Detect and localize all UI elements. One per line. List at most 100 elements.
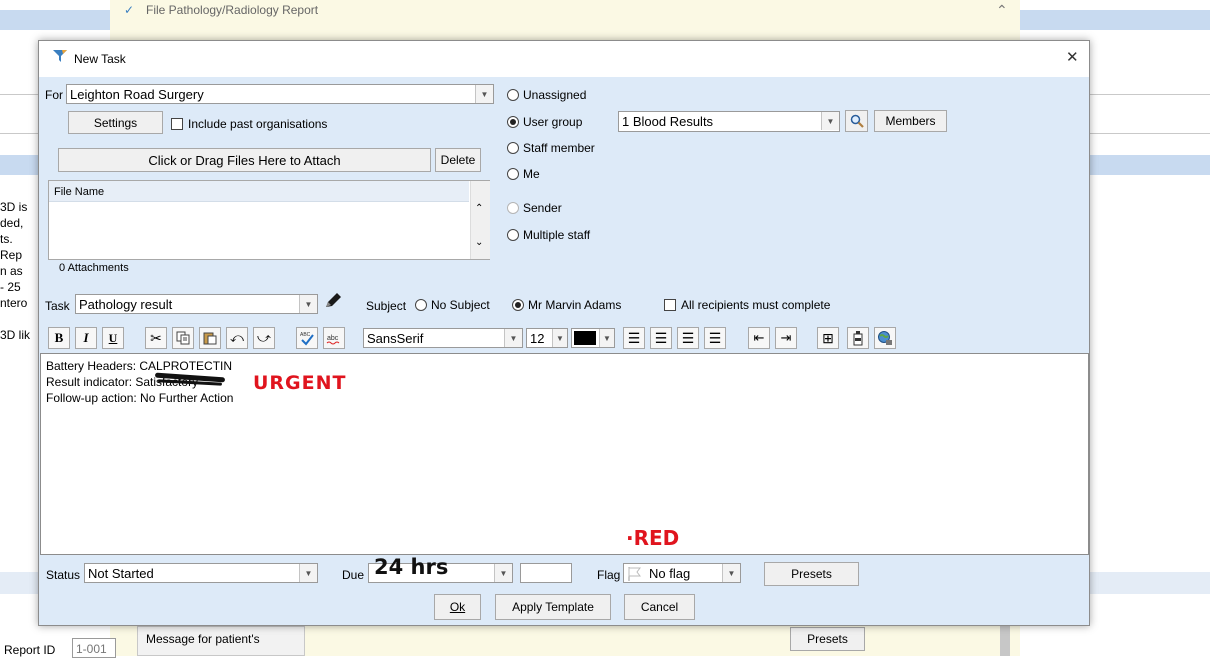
- background-window-title: File Pathology/Radiology Report: [146, 3, 319, 17]
- chevron-down-icon: ▼: [552, 329, 567, 347]
- align-right-icon: ☰: [681, 329, 695, 346]
- report-id-field[interactable]: 1-001: [72, 638, 116, 658]
- settings-button[interactable]: Settings: [68, 111, 163, 134]
- members-button[interactable]: Members: [874, 110, 947, 132]
- undo-icon: ⤺: [230, 330, 244, 345]
- align-center-icon: ☰: [654, 329, 668, 346]
- side-text-line: ded,: [0, 216, 24, 230]
- radio-multiple-staff[interactable]: Multiple staff: [507, 228, 590, 242]
- subject-label: Subject: [366, 299, 407, 313]
- due-time-field[interactable]: [520, 563, 572, 583]
- copy-button[interactable]: [172, 327, 194, 349]
- dialog-title: New Task: [74, 52, 126, 66]
- delete-attachment-button[interactable]: Delete: [435, 148, 481, 172]
- radio-unassigned[interactable]: Unassigned: [507, 88, 586, 102]
- status-label: Status: [46, 568, 81, 582]
- radio-disabled-icon: [507, 202, 519, 214]
- align-left-button[interactable]: ☰: [623, 327, 645, 349]
- presets-button[interactable]: Presets: [764, 562, 859, 586]
- edit-task-pencil-icon[interactable]: [323, 292, 343, 313]
- chevron-down-icon: ▼: [299, 295, 317, 313]
- justify-icon: ☰: [708, 329, 722, 346]
- editor-line: Battery Headers: CALPROTECTIN: [46, 359, 233, 373]
- background-collapse-icon[interactable]: ⌃: [996, 2, 1008, 19]
- insert-object-button[interactable]: [847, 327, 869, 349]
- chevron-down-icon: ▼: [722, 564, 740, 582]
- decrease-indent-button[interactable]: ⇤: [748, 327, 770, 349]
- side-text-line: n as: [0, 264, 23, 278]
- redo-button[interactable]: ⤻: [253, 327, 275, 349]
- task-label: Task: [45, 299, 70, 313]
- italic-button[interactable]: I: [75, 327, 97, 349]
- insert-link-button[interactable]: [874, 327, 896, 349]
- status-select[interactable]: Not Started ▼: [84, 563, 318, 583]
- attachments-count: 0 Attachments: [59, 262, 129, 274]
- message-for-patient-label: Message for patient's: [146, 632, 260, 646]
- align-center-button[interactable]: ☰: [650, 327, 672, 349]
- background-scrollbar[interactable]: [1000, 626, 1010, 656]
- undo-button[interactable]: ⤺: [226, 327, 248, 349]
- radio-user-group[interactable]: User group: [507, 115, 582, 129]
- background-presets-button[interactable]: Presets: [790, 627, 865, 651]
- attach-files-dropzone[interactable]: Click or Drag Files Here to Attach: [58, 148, 431, 172]
- svg-text:abc: abc: [327, 335, 339, 342]
- radio-subject-patient[interactable]: Mr Marvin Adams: [512, 298, 621, 312]
- for-organisation-select[interactable]: Leighton Road Surgery ▼: [66, 84, 494, 104]
- text-color-select[interactable]: ▼: [571, 328, 615, 348]
- background-row-divider: [0, 94, 38, 95]
- file-name-column-header[interactable]: File Name: [54, 186, 104, 198]
- editor-line: Follow-up action: No Further Action: [46, 391, 234, 405]
- attachments-scrollbar[interactable]: ⌃ ⌄: [470, 181, 490, 259]
- copy-icon: [176, 331, 190, 345]
- message-for-patient-panel: Message for patient's: [137, 626, 305, 656]
- checkbox-icon: [664, 299, 676, 311]
- background-section-band: [0, 155, 38, 175]
- align-right-button[interactable]: ☰: [677, 327, 699, 349]
- justify-button[interactable]: ☰: [704, 327, 726, 349]
- include-past-organisations-checkbox[interactable]: Include past organisations: [171, 117, 327, 131]
- font-family-select[interactable]: SansSerif ▼: [363, 328, 523, 348]
- ok-button[interactable]: Ok: [434, 594, 481, 620]
- due-label: Due: [342, 568, 365, 582]
- underline-button[interactable]: U: [102, 327, 124, 349]
- indent-icon: ⇥: [780, 330, 792, 345]
- radio-no-subject[interactable]: No Subject: [415, 298, 490, 312]
- redo-icon: ⤻: [257, 330, 271, 345]
- user-group-select[interactable]: 1 Blood Results ▼: [618, 111, 840, 132]
- spell-check-button[interactable]: ABC: [296, 327, 318, 349]
- background-side-text: 3D is ded, ts. Rep n as - 25 ntero 3D li…: [0, 199, 38, 343]
- all-recipients-checkbox[interactable]: All recipients must complete: [664, 298, 830, 312]
- bold-button[interactable]: B: [48, 327, 70, 349]
- cancel-button[interactable]: Cancel: [624, 594, 695, 620]
- flag-icon: [628, 567, 641, 581]
- chevron-down-icon: ▼: [475, 85, 493, 103]
- scroll-up-icon[interactable]: ⌃: [475, 203, 483, 214]
- apply-template-button[interactable]: Apply Template: [495, 594, 611, 620]
- attachments-table: File Name ⌃ ⌄: [48, 180, 490, 260]
- increase-indent-button[interactable]: ⇥: [775, 327, 797, 349]
- radio-icon: [415, 299, 427, 311]
- task-type-select[interactable]: Pathology result ▼: [75, 294, 318, 314]
- red-flag-annotation: ·RED: [626, 526, 680, 550]
- paste-button[interactable]: [199, 327, 221, 349]
- report-id-label: Report ID: [4, 643, 56, 657]
- font-size-select[interactable]: 12 ▼: [526, 328, 568, 348]
- search-group-button[interactable]: [845, 110, 868, 132]
- strikethrough-check-button[interactable]: abc: [323, 327, 345, 349]
- flag-select[interactable]: No flag ▼: [623, 563, 741, 583]
- scroll-down-icon[interactable]: ⌄: [475, 237, 483, 248]
- radio-staff-member[interactable]: Staff member: [507, 141, 595, 155]
- cut-button[interactable]: ✂: [145, 327, 167, 349]
- radio-selected-icon: [512, 299, 524, 311]
- background-row-divider-right: [1090, 94, 1210, 95]
- side-text-line: [0, 311, 38, 327]
- side-text-line: 3D is: [0, 200, 28, 214]
- strikethrough-icon: abc: [326, 335, 340, 345]
- close-icon[interactable]: ✕: [1066, 48, 1079, 66]
- insert-table-button[interactable]: ⊞: [817, 327, 839, 349]
- due-handwritten-annotation: 24 hrs: [374, 555, 449, 579]
- checkbox-icon: [171, 118, 183, 130]
- radio-me[interactable]: Me: [507, 167, 540, 181]
- radio-icon: [507, 142, 519, 154]
- dialog-title-bar[interactable]: [39, 41, 1089, 77]
